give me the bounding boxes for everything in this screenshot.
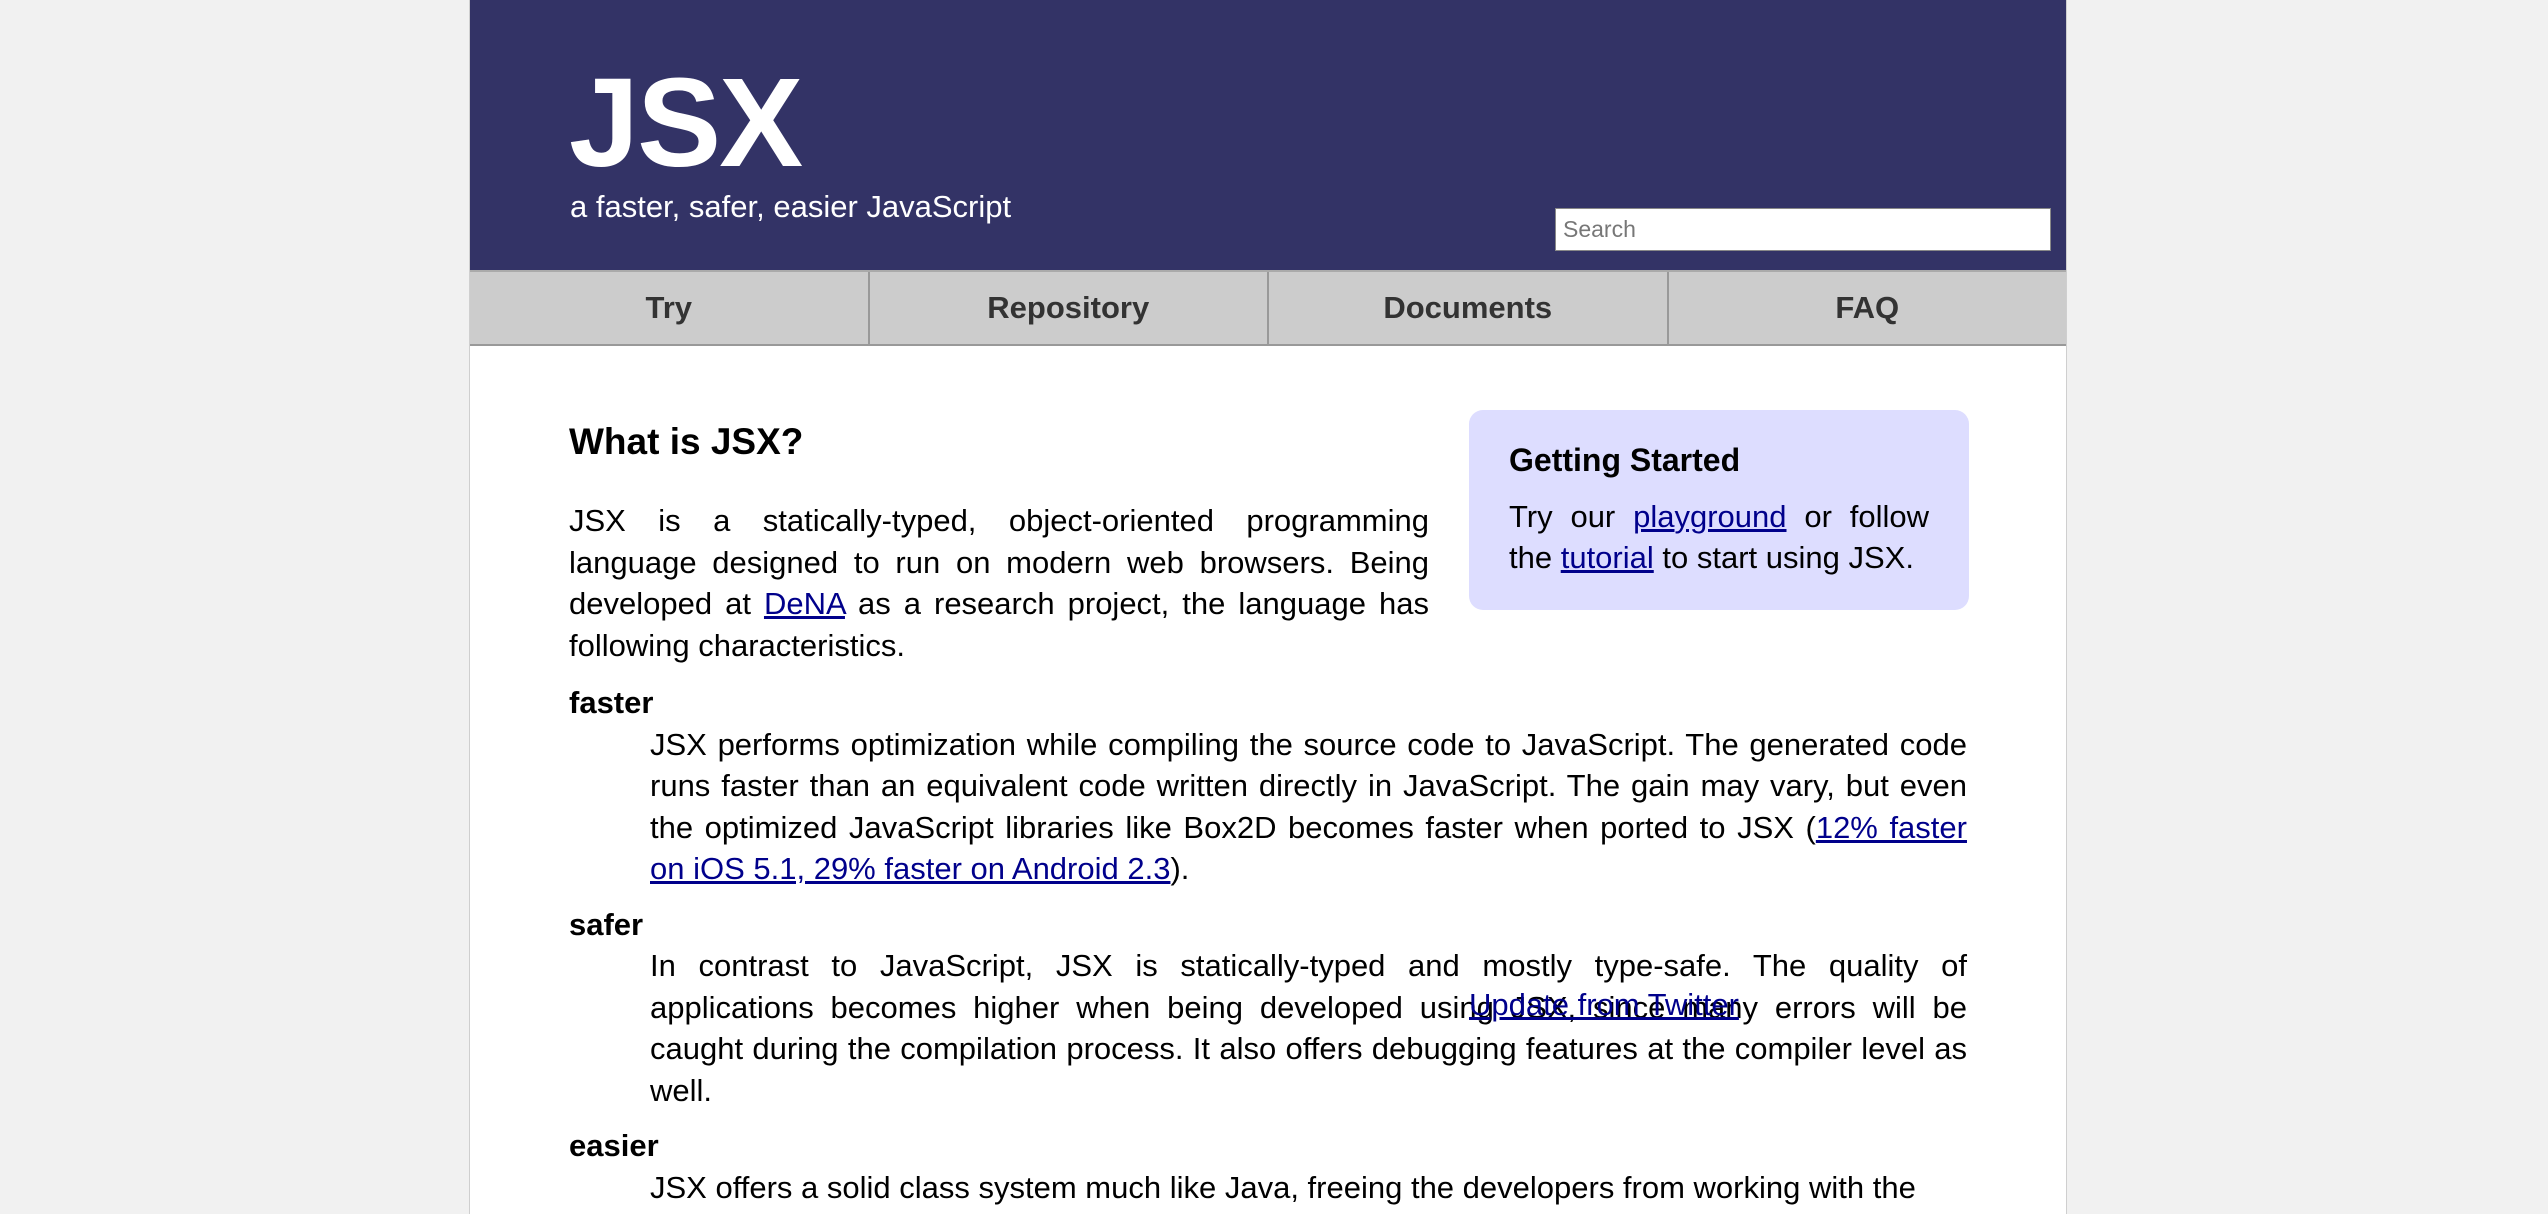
intro-title: What is JSX? — [569, 421, 804, 462]
nav-item-faq[interactable]: FAQ — [1669, 272, 2067, 344]
faster-text-end: ). — [1170, 851, 1190, 887]
site-header: JSX a faster, safer, easier JavaScript — [470, 0, 2066, 270]
site-logo[interactable]: JSX — [569, 60, 803, 186]
nav-item-documents[interactable]: Documents — [1269, 272, 1669, 344]
getting-started-text-1: Try our — [1509, 498, 1634, 534]
feature-list: faster JSX performs optimization while c… — [569, 682, 1967, 1208]
feature-desc-faster: JSX performs optimization while compilin… — [650, 724, 1967, 890]
faster-text: JSX performs optimization while compilin… — [650, 726, 1967, 845]
getting-started-text: Try our playground or follow the tutoria… — [1509, 496, 1929, 579]
nav-item-try[interactable]: Try — [470, 272, 870, 344]
site-tagline: a faster, safer, easier JavaScript — [570, 189, 1012, 224]
main-content: What is JSX? JSX is a statically-typed, … — [470, 346, 2066, 1208]
intro-paragraph: JSX is a statically-typed, object-orient… — [569, 500, 1429, 666]
intro-section: What is JSX? JSX is a statically-typed, … — [569, 346, 1429, 666]
tutorial-link[interactable]: tutorial — [1561, 540, 1654, 575]
feature-term-faster: faster — [569, 685, 654, 721]
search-input[interactable] — [1555, 208, 2051, 251]
feature-desc-easier: JSX offers a solid class system much lik… — [650, 1169, 1916, 1205]
page: JSX a faster, safer, easier JavaScript T… — [469, 0, 2067, 1214]
feature-term-easier: easier — [569, 1128, 659, 1164]
main-nav: Try Repository Documents FAQ — [470, 270, 2066, 346]
feature-term-safer: safer — [569, 906, 644, 942]
dena-link[interactable]: DeNA — [764, 586, 845, 621]
getting-started-text-3: to start using JSX. — [1653, 540, 1914, 576]
twitter-update-link[interactable]: Update from Twitter — [1469, 987, 1739, 1023]
getting-started-box: Getting Started Try our playground or fo… — [1469, 410, 1969, 610]
getting-started-title: Getting Started — [1509, 442, 1741, 478]
nav-item-repository[interactable]: Repository — [870, 272, 1269, 344]
feature-desc-safer: In contrast to JavaScript, JSX is static… — [650, 948, 1967, 1108]
playground-link[interactable]: playground — [1633, 499, 1786, 534]
